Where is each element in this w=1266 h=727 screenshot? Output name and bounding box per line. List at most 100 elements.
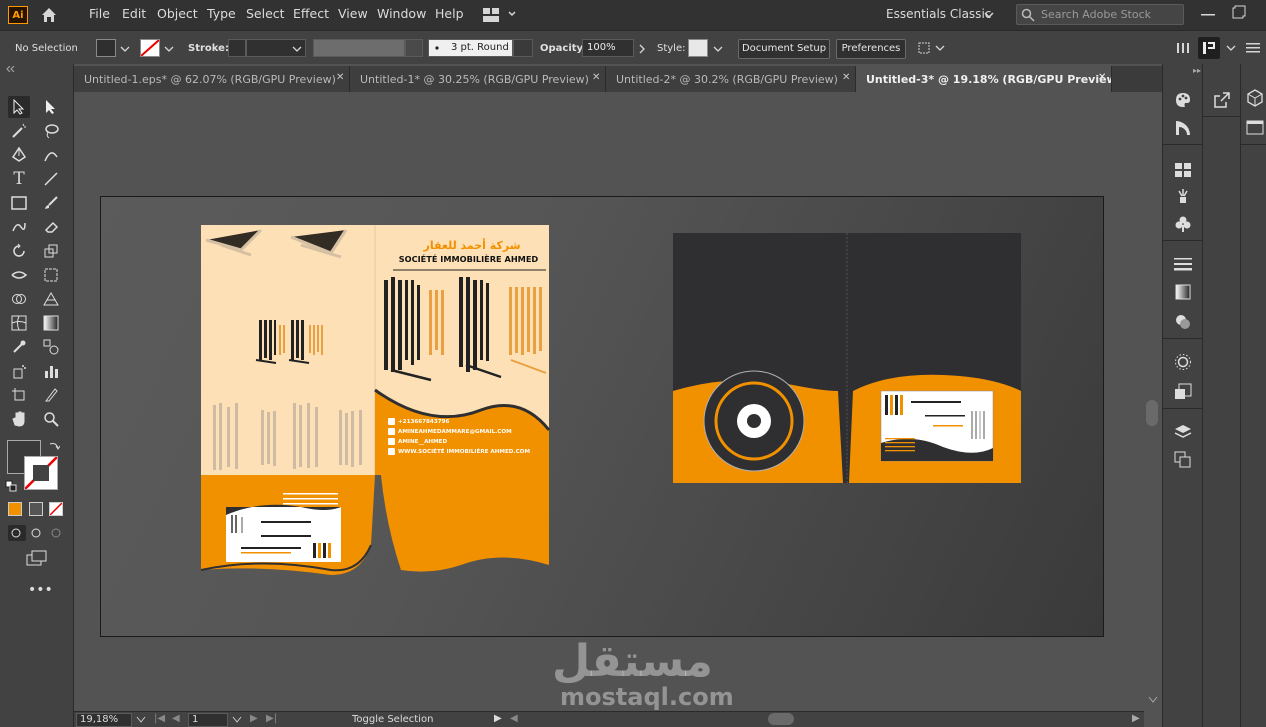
close-icon[interactable]: ✕ xyxy=(336,72,344,83)
chevron-down-icon[interactable] xyxy=(292,46,302,52)
horizontal-scroll-thumb[interactable] xyxy=(768,713,794,725)
menu-effect[interactable]: Effect xyxy=(293,6,329,21)
next-artboard-icon[interactable]: ▶ xyxy=(250,713,258,724)
graphic-style-swatch[interactable] xyxy=(688,39,708,57)
brush-dropdown[interactable] xyxy=(513,39,533,57)
properties-toggle[interactable] xyxy=(1198,37,1220,59)
transform-icon[interactable] xyxy=(916,39,946,57)
maximize-icon[interactable] xyxy=(1232,5,1246,19)
menu-select[interactable]: Select xyxy=(246,6,285,21)
minimize-icon[interactable] xyxy=(1201,14,1215,16)
zoom-tool[interactable] xyxy=(40,408,62,430)
magic-wand-tool[interactable] xyxy=(8,120,30,142)
home-icon[interactable] xyxy=(40,6,58,24)
library-panel-icon[interactable] xyxy=(1245,118,1265,138)
symbol-sprayer-tool[interactable] xyxy=(8,360,30,382)
status-mode-label[interactable]: Toggle Selection xyxy=(352,714,433,725)
menu-file[interactable]: File xyxy=(89,6,110,21)
stock-search-input[interactable]: Search Adobe Stock xyxy=(1016,4,1184,25)
artboards-icon[interactable] xyxy=(1173,450,1193,470)
profile-dropdown[interactable] xyxy=(405,39,423,57)
preferences-button[interactable]: Preferences xyxy=(836,39,906,59)
chevron-down-icon[interactable] xyxy=(713,46,723,52)
scroll-right-icon[interactable]: ▶ xyxy=(1132,713,1140,724)
folder-flat-design[interactable] xyxy=(201,225,551,575)
rectangle-tool[interactable] xyxy=(8,192,30,214)
mesh-tool[interactable] xyxy=(8,312,30,334)
collapse-icon[interactable] xyxy=(6,66,16,72)
swatches-icon[interactable] xyxy=(1173,160,1193,180)
workspace-switcher[interactable]: Essentials Classic xyxy=(886,7,991,21)
hamburger-icon[interactable] xyxy=(1246,41,1260,55)
first-artboard-icon[interactable]: |◀ xyxy=(154,713,165,724)
scroll-left-icon[interactable]: ◀ xyxy=(510,713,518,724)
rotate-tool[interactable] xyxy=(8,240,30,262)
vertical-scroll-thumb[interactable] xyxy=(1146,400,1158,426)
more-tools-icon[interactable]: ••• xyxy=(28,582,53,598)
tab-untitled-3[interactable]: Untitled-3* @ 19.18% (RGB/GPU Preview) xyxy=(856,66,1112,92)
artboard-number-input[interactable]: 1 xyxy=(188,713,228,727)
chevron-down-icon[interactable] xyxy=(984,11,994,19)
menu-view[interactable]: View xyxy=(338,6,368,21)
stroke-weight-stepper[interactable] xyxy=(228,39,246,57)
chevron-down-icon[interactable] xyxy=(232,716,242,724)
direct-selection-tool[interactable] xyxy=(40,96,62,118)
blend-tool[interactable] xyxy=(40,336,62,358)
column-graph-tool[interactable] xyxy=(40,360,62,382)
selection-tool[interactable] xyxy=(8,96,30,118)
hand-tool[interactable] xyxy=(8,408,30,430)
paintbrush-tool[interactable] xyxy=(40,192,62,214)
libraries-icon[interactable] xyxy=(1245,88,1265,108)
stroke-panel-icon[interactable] xyxy=(1173,254,1193,274)
scale-tool[interactable] xyxy=(40,240,62,262)
close-icon[interactable]: ✕ xyxy=(1098,72,1106,83)
artboard[interactable]: شركة أحمد للعقار SOCIÉTÉ IMMOBILIÈRE AHM… xyxy=(100,196,1104,637)
shaper-tool[interactable] xyxy=(8,216,30,238)
brushes-icon[interactable] xyxy=(1173,186,1193,206)
brush-definition[interactable]: 3 pt. Round xyxy=(428,39,513,57)
gradient-panel-icon[interactable] xyxy=(1173,282,1193,302)
artboard-tool[interactable] xyxy=(8,384,30,406)
layers-icon[interactable] xyxy=(1173,422,1193,442)
variable-width-profile[interactable] xyxy=(313,39,405,57)
pen-tool[interactable] xyxy=(8,144,30,166)
screen-mode-icon[interactable] xyxy=(26,550,48,566)
color-mode-button[interactable] xyxy=(8,502,22,516)
menu-edit[interactable]: Edit xyxy=(122,6,146,21)
menu-window[interactable]: Window xyxy=(377,6,426,21)
export-icon[interactable] xyxy=(1212,90,1232,110)
width-tool[interactable] xyxy=(8,264,30,286)
fill-swatch[interactable] xyxy=(96,39,116,57)
close-icon[interactable]: ✕ xyxy=(842,72,850,83)
last-artboard-icon[interactable]: ▶| xyxy=(266,713,277,724)
color-panel-icon[interactable] xyxy=(1173,90,1193,110)
drawing-modes-icon[interactable] xyxy=(8,525,68,541)
eyedropper-tool[interactable] xyxy=(8,336,30,358)
symbols-icon[interactable] xyxy=(1173,214,1193,234)
lasso-tool[interactable] xyxy=(40,120,62,142)
color-guide-icon[interactable] xyxy=(1173,118,1193,138)
previous-artboard-icon[interactable]: ◀ xyxy=(172,713,180,724)
stroke-swatch[interactable] xyxy=(140,39,160,57)
chevron-down-icon[interactable] xyxy=(1148,696,1158,704)
menu-type[interactable]: Type xyxy=(207,6,236,21)
chevron-down-icon[interactable] xyxy=(164,46,174,52)
slice-tool[interactable] xyxy=(40,384,62,406)
type-tool[interactable]: T xyxy=(8,168,30,190)
zoom-level-input[interactable]: 19,18% xyxy=(76,713,132,727)
graphic-styles-icon[interactable] xyxy=(1173,382,1193,402)
chevron-right-icon[interactable] xyxy=(638,44,646,54)
panel-menu-icon[interactable] xyxy=(1176,41,1190,55)
vertical-scrollbar[interactable] xyxy=(1144,92,1162,712)
none-mode-button[interactable] xyxy=(49,502,63,516)
status-arrow-icon[interactable]: ▶ xyxy=(494,713,502,724)
tab-untitled-1[interactable]: Untitled-1* @ 30.25% (RGB/GPU Preview) xyxy=(350,66,606,92)
swap-fill-stroke-icon[interactable] xyxy=(48,440,60,452)
gradient-mode-button[interactable] xyxy=(29,502,43,516)
line-tool[interactable] xyxy=(40,168,62,190)
opacity-input[interactable]: 100% xyxy=(582,39,634,57)
chevron-down-icon[interactable] xyxy=(1226,45,1236,51)
arrange-documents-icon[interactable] xyxy=(483,8,517,22)
collapse-icon[interactable]: ▸▸ xyxy=(1193,66,1201,75)
default-colors-icon[interactable] xyxy=(5,480,17,492)
